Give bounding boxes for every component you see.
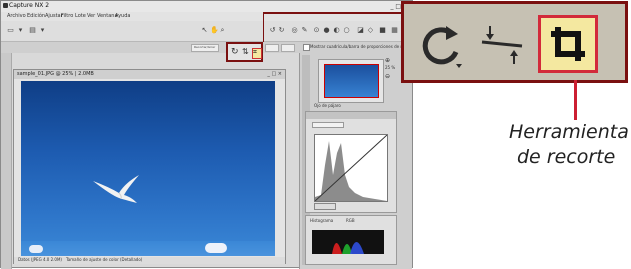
menu-ver[interactable]: Ver	[87, 13, 95, 19]
dropdown-icon[interactable]: ▾	[39, 27, 46, 34]
status-color-info: Tamaño de ajuste de color (Detallado)	[66, 257, 143, 262]
app-icon	[3, 3, 8, 8]
rotate-icon[interactable]	[418, 24, 464, 70]
image-window-controls[interactable]: _ □ ×	[267, 71, 282, 77]
direct-select-icon[interactable]: ↖	[201, 27, 208, 34]
zoom-level: 25 %	[385, 65, 396, 70]
curve-graph[interactable]	[314, 134, 388, 202]
reset-levels-button[interactable]	[314, 203, 336, 210]
image-window: sample_01.JPG @ 25% | 2.0MB _ □ × Datos …	[13, 69, 286, 264]
options-label: Recortar/Girar	[194, 45, 216, 49]
image-status-bar: Datos (JPEG 4.0 2.0M) Tamaño de ajuste d…	[14, 257, 285, 264]
cloud-area	[21, 241, 275, 256]
hand-icon[interactable]: ✋	[210, 27, 219, 34]
rgb-label: RGB	[346, 218, 355, 223]
channel-select[interactable]	[312, 122, 344, 128]
zoomed-toolbar-callout	[401, 1, 628, 83]
histogram-title: Histograma	[310, 218, 334, 223]
annotation-line	[574, 80, 577, 120]
rotate-icon[interactable]: ↻	[231, 47, 239, 57]
caption-line-2: de recorte	[517, 146, 616, 168]
seagull-image	[93, 175, 139, 203]
crop-tool-highlight: ↻ ⇅ ⌗	[226, 42, 263, 62]
app-title: Capture NX 2	[9, 2, 50, 9]
histogram-curve-icon	[314, 134, 388, 202]
rgb-histogram	[312, 230, 384, 254]
menu-ayuda[interactable]: Ayuda	[115, 13, 130, 19]
rgb-histogram-graph	[332, 242, 364, 254]
image-window-titlebar[interactable]: sample_01.JPG @ 25% | 2.0MB _ □ ×	[14, 70, 285, 79]
browser-icon[interactable]: ▭	[7, 27, 14, 34]
birdseye-title: Ojo de pájaro	[314, 103, 341, 108]
cloud-left	[29, 245, 43, 253]
photo-canvas[interactable]	[21, 81, 275, 256]
crop-tool-button[interactable]	[538, 15, 598, 73]
zoom-out-icon[interactable]: ⊖	[385, 73, 390, 80]
dropdown-icon[interactable]: ▾	[17, 27, 24, 34]
histogram-panel: Histograma RGB	[305, 215, 397, 265]
menu-lote[interactable]: Lote	[75, 13, 86, 19]
zoom-icon[interactable]: ⌕	[219, 27, 226, 34]
straighten-icon[interactable]: ⇅	[242, 47, 249, 56]
left-panel-strip[interactable]	[1, 53, 12, 269]
menu-edicion[interactable]: Edición	[27, 13, 45, 19]
birdseye-thumbnail[interactable]	[324, 64, 379, 98]
straighten-icon[interactable]	[480, 24, 524, 66]
crop-icon-glyph: ⌗	[253, 48, 257, 56]
menu-archivo[interactable]: Archivo	[7, 13, 26, 19]
crop-ratio-field[interactable]: Recortar/Girar	[191, 44, 219, 52]
crop-icon	[551, 27, 585, 61]
status-file-info: Datos (JPEG 4.0 2.0M)	[18, 257, 62, 262]
caption-line-1: Herramienta	[509, 121, 629, 143]
menu-filtro[interactable]: Filtro	[61, 13, 73, 19]
levels-curves-panel	[305, 111, 397, 213]
crop-icon-small[interactable]: ⌗	[252, 48, 262, 59]
print-icon[interactable]: ▤	[29, 27, 36, 34]
image-window-title: sample_01.JPG @ 25% | 2.0MB	[17, 71, 94, 77]
birdseye-panel[interactable]	[318, 59, 384, 103]
cloud-right	[205, 243, 227, 253]
levels-panel-header[interactable]	[306, 112, 396, 119]
